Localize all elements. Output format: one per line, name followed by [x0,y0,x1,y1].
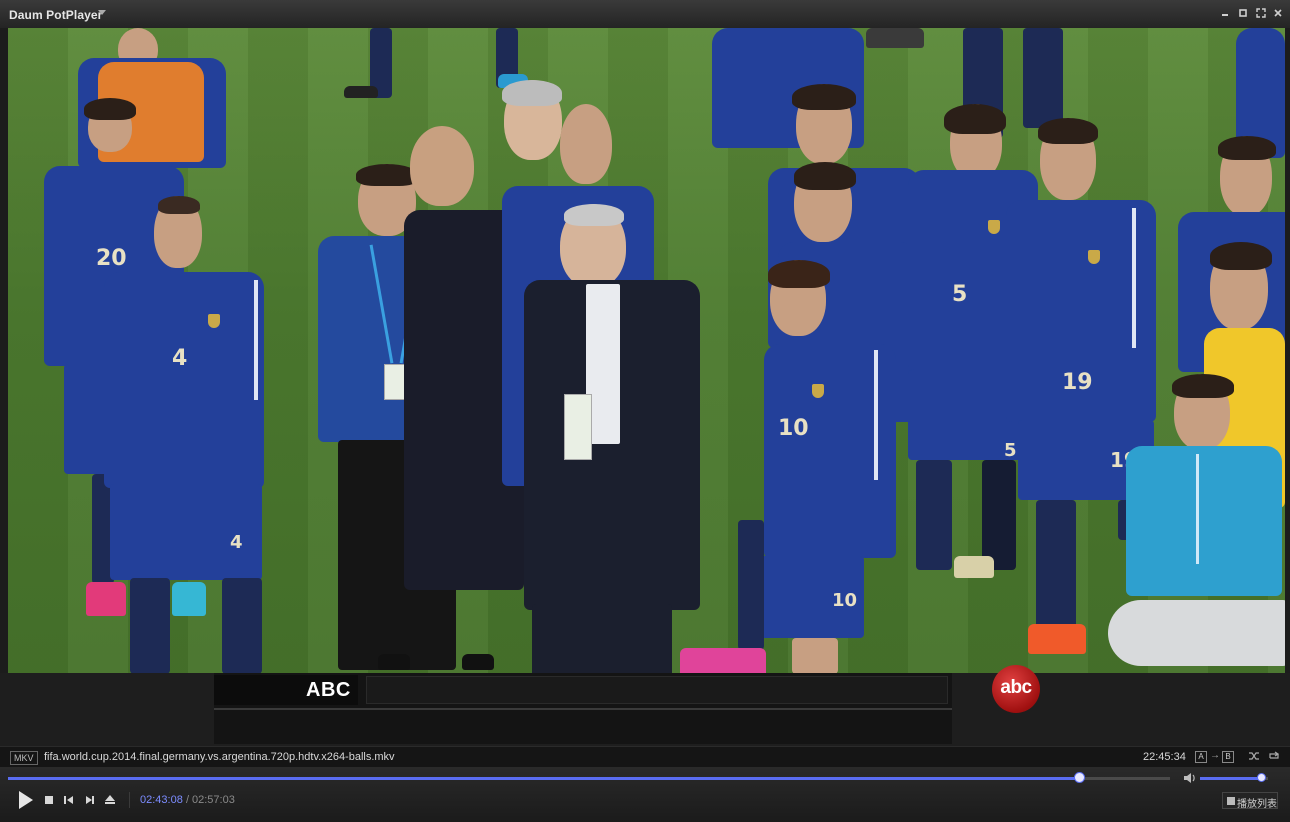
menu-dropdown-icon[interactable] [98,10,106,15]
jersey-number: 5 [952,282,968,307]
shuffle-icon[interactable] [1248,749,1260,763]
play-icon[interactable] [17,790,35,810]
playlist-button[interactable]: 播放列表 [1222,792,1278,810]
time-separator: / [186,794,190,806]
camera-lens [1108,600,1285,666]
app-title[interactable]: Daum PotPlayer [9,8,102,22]
current-time[interactable]: 02:43:08 [140,794,183,806]
stop-icon[interactable] [44,790,56,810]
loop-icon[interactable] [1268,749,1280,763]
jersey-number: 10 [832,590,858,611]
caption-divider [214,708,952,710]
maximize-button[interactable] [1237,7,1249,19]
jersey-number: 19 [1062,370,1093,395]
credential-badge [564,394,592,460]
control-divider [129,792,130,808]
ab-repeat-a-button[interactable]: A [1195,751,1207,763]
shoe [866,28,924,48]
jersey-number: 10 [778,416,809,441]
seek-progress [8,777,1079,780]
fullscreen-button[interactable] [1255,7,1267,19]
ab-repeat-b-button[interactable]: B [1222,751,1234,763]
volume-icon[interactable] [1183,772,1197,784]
channel-label: ABC [306,679,351,701]
volume-handle[interactable] [1257,773,1266,782]
file-name: fifa.world.cup.2014.final.germany.vs.arg… [44,751,395,763]
player-window: Daum PotPlayer 20 4 4 5 5 19 19 10 10 AB… [0,0,1290,822]
shoe [344,86,378,98]
volume-level [1200,777,1262,780]
seek-handle[interactable] [1074,772,1085,783]
jersey-number: 5 [1004,440,1017,461]
abc-logo: abc [992,665,1040,713]
eject-icon[interactable] [104,790,116,810]
seek-bar[interactable] [8,777,1170,780]
caption-field [366,676,948,704]
total-time[interactable]: 02:57:03 [192,794,235,806]
background-leg [1023,28,1063,128]
system-clock: 22:45:34 [1143,751,1186,763]
video-display[interactable]: 20 4 4 5 5 19 19 10 10 [8,28,1285,673]
jersey-number: 20 [96,246,127,271]
close-button[interactable] [1272,7,1284,19]
jersey-number: 4 [230,532,243,553]
container-format-badge: MKV [10,751,38,765]
minimize-button[interactable] [1219,7,1231,19]
ab-repeat-arrow-icon: → [1210,750,1220,761]
info-bar: MKV fifa.world.cup.2014.final.germany.vs… [0,746,1290,768]
previous-icon[interactable] [63,790,75,810]
next-icon[interactable] [84,790,96,810]
jersey-number: 4 [172,346,188,371]
playlist-icon [1227,797,1235,805]
title-bar[interactable]: Daum PotPlayer [0,0,1290,28]
playlist-label: 播放列表 [1237,799,1277,810]
